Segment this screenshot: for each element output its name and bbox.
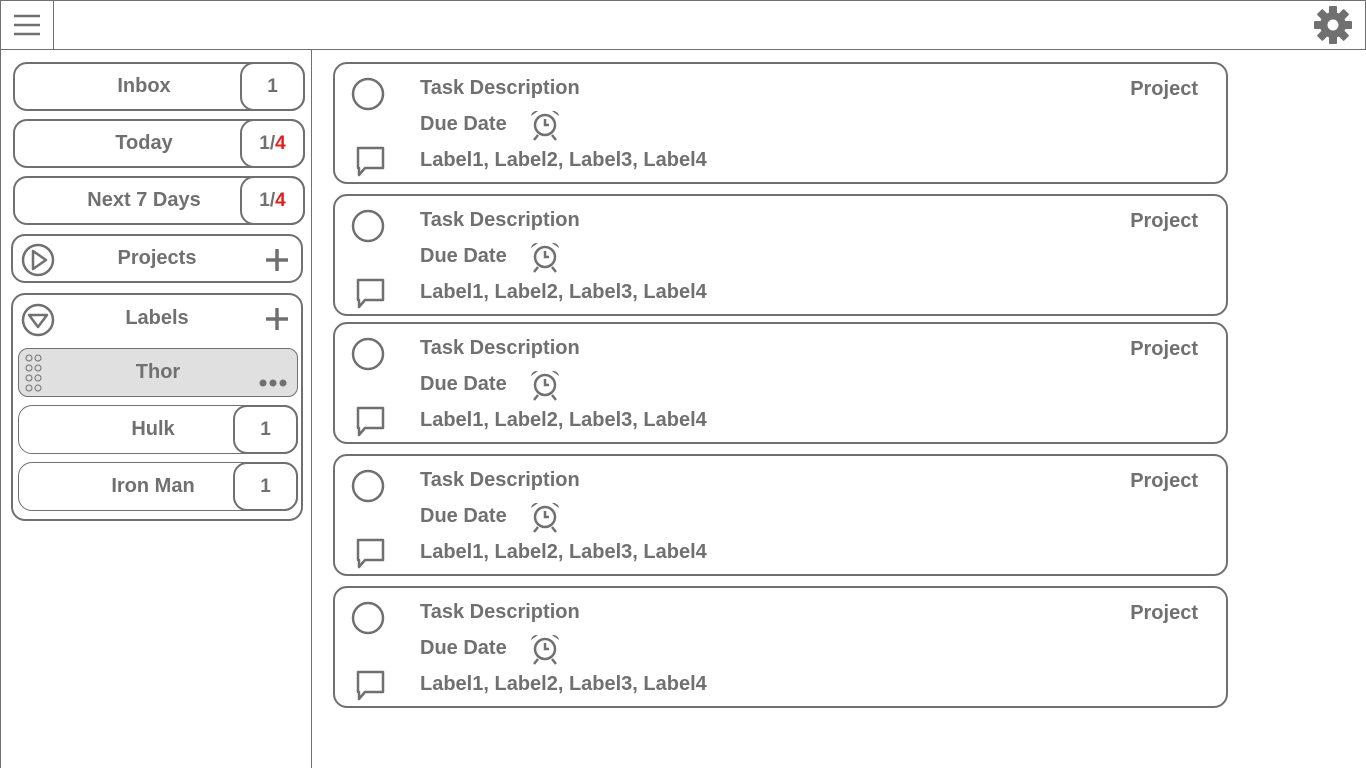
task-labels[interactable]: Label1, Label2, Label3, Label4 — [420, 673, 707, 696]
complete-checkbox-icon[interactable] — [351, 337, 385, 371]
comment-icon[interactable] — [356, 406, 386, 438]
task-labels[interactable]: Label1, Label2, Label3, Label4 — [420, 409, 707, 432]
section-label: Projects — [117, 247, 197, 269]
complete-checkbox-icon[interactable] — [351, 469, 385, 503]
complete-checkbox-icon[interactable] — [351, 77, 385, 111]
complete-checkbox-icon[interactable] — [351, 209, 385, 243]
alarm-clock-icon[interactable] — [530, 369, 560, 401]
task-card[interactable]: Task Description Project Due Date Label1… — [333, 454, 1228, 576]
count-badge: 1 — [233, 462, 298, 511]
sidebar-item-label: Today — [115, 132, 173, 154]
count-badge: 1/4 — [240, 176, 305, 225]
hamburger-icon — [13, 14, 40, 36]
task-due-date[interactable]: Due Date — [420, 113, 507, 136]
comment-icon[interactable] — [356, 538, 386, 570]
task-project[interactable]: Project — [1130, 470, 1198, 493]
task-due-date[interactable]: Due Date — [420, 637, 507, 660]
task-project[interactable]: Project — [1130, 78, 1198, 101]
task-labels[interactable]: Label1, Label2, Label3, Label4 — [420, 541, 707, 564]
gear-icon — [1314, 6, 1352, 44]
alarm-clock-icon[interactable] — [530, 241, 560, 273]
label-item-name: Iron Man — [111, 475, 195, 497]
add-label-icon[interactable] — [265, 307, 289, 331]
task-description: Task Description — [420, 209, 580, 231]
task-description: Task Description — [420, 77, 580, 99]
task-description: Task Description — [420, 601, 580, 623]
section-label: Labels — [125, 307, 189, 329]
expand-icon[interactable] — [21, 243, 55, 277]
count-badge: 1/4 — [240, 119, 305, 168]
task-due-date[interactable]: Due Date — [420, 505, 507, 528]
label-item-name: Hulk — [131, 418, 175, 440]
alarm-clock-icon[interactable] — [530, 109, 560, 141]
comment-icon[interactable] — [356, 146, 386, 178]
menu-button[interactable] — [0, 0, 54, 50]
task-project[interactable]: Project — [1130, 338, 1198, 361]
task-description: Task Description — [420, 469, 580, 491]
task-project[interactable]: Project — [1130, 602, 1198, 625]
label-item-name: Thor — [135, 361, 181, 383]
sidebar-item-today[interactable]: Today 1/4 — [13, 119, 305, 168]
sidebar-item-inbox[interactable]: Inbox 1 — [13, 62, 305, 111]
comment-icon[interactable] — [356, 670, 386, 702]
settings-button[interactable] — [1313, 5, 1353, 50]
sidebar-item-next-7-days[interactable]: Next 7 Days 1/4 — [13, 176, 305, 225]
task-description: Task Description — [420, 337, 580, 359]
comment-icon[interactable] — [356, 278, 386, 310]
task-card[interactable]: Task Description Project Due Date Label1… — [333, 322, 1228, 444]
count-badge: 1 — [240, 62, 305, 111]
sidebar-section-projects[interactable]: Projects — [11, 234, 303, 283]
task-card[interactable]: Task Description Project Due Date Label1… — [333, 62, 1228, 184]
alarm-clock-icon[interactable] — [530, 633, 560, 665]
drag-handle-icon[interactable] — [25, 354, 43, 392]
label-item-hulk[interactable]: Hulk 1 — [18, 405, 298, 454]
alarm-clock-icon[interactable] — [530, 501, 560, 533]
top-bar — [0, 0, 1366, 50]
task-due-date[interactable]: Due Date — [420, 245, 507, 268]
task-due-date[interactable]: Due Date — [420, 373, 507, 396]
task-labels[interactable]: Label1, Label2, Label3, Label4 — [420, 281, 707, 304]
label-item-thor[interactable]: Thor — [18, 348, 298, 397]
task-card[interactable]: Task Description Project Due Date Label1… — [333, 586, 1228, 708]
task-project[interactable]: Project — [1130, 210, 1198, 233]
more-options-icon[interactable] — [259, 379, 287, 387]
complete-checkbox-icon[interactable] — [351, 601, 385, 635]
sidebar-item-label: Inbox — [117, 75, 171, 97]
label-item-iron-man[interactable]: Iron Man 1 — [18, 462, 298, 511]
sidebar-section-labels: Labels Thor Hulk 1 Iron Man 1 — [11, 293, 303, 521]
count-badge: 1 — [233, 405, 298, 454]
task-card[interactable]: Task Description Project Due Date Label1… — [333, 194, 1228, 316]
task-labels[interactable]: Label1, Label2, Label3, Label4 — [420, 149, 707, 172]
sidebar-item-label: Next 7 Days — [87, 189, 201, 211]
add-project-icon[interactable] — [265, 248, 289, 272]
